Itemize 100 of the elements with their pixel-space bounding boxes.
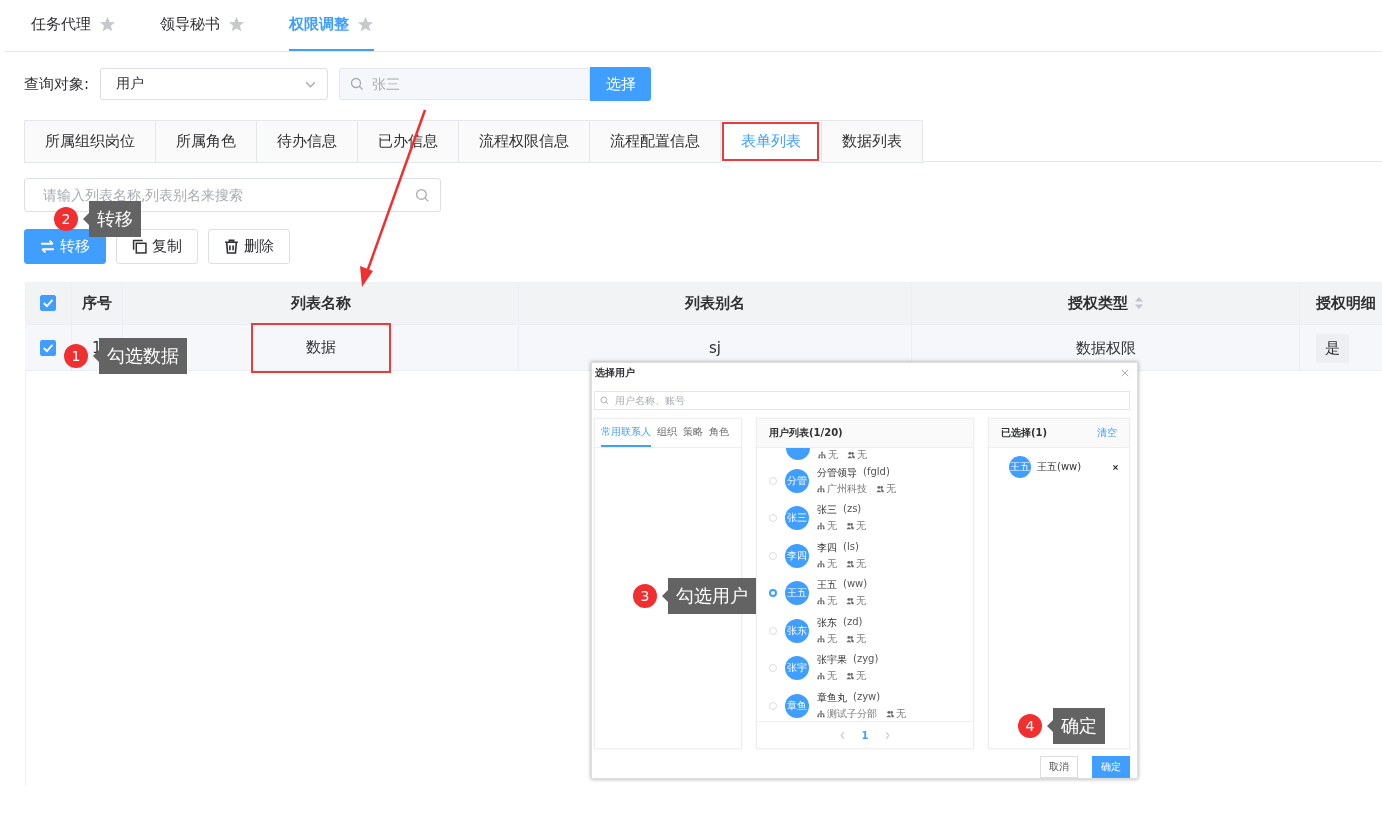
table-cell: 是 [1316,333,1349,363]
step-callout: 转移 [83,201,141,237]
target-select[interactable]: 用户 [100,68,328,100]
org-name: 无 [828,448,838,462]
user-name: 李四 [817,540,837,555]
role-name: 无 [857,448,867,462]
org-icon [818,451,826,459]
search-icon [600,396,609,406]
user-name: 张三 [817,503,837,518]
people-icon [876,484,884,493]
copy-button[interactable]: 复制 [116,229,198,264]
user-name: 分管领导 [817,465,857,480]
query-label: 查询对象: [24,74,91,94]
role-name: 无 [856,519,866,534]
people-icon [846,634,854,643]
table-cell: 数据权限 [1075,338,1136,358]
user-search-field[interactable]: 张三 [339,68,590,100]
page-tab[interactable]: 领导秘书 [160,0,245,51]
star-icon[interactable] [228,16,245,33]
star-icon[interactable] [99,16,116,33]
section-tab[interactable]: 所属组织岗位 [24,120,155,163]
avatar: 张三 [785,506,809,531]
section-tab[interactable]: 所属角色 [155,120,256,163]
dialog-title: 选择用户 [595,366,635,381]
search-icon [415,187,430,203]
role-name: 无 [896,706,906,721]
org-icon [817,484,825,493]
cancel-button[interactable]: 取消 [1040,756,1078,778]
user-name: 章鱼丸 [817,690,847,705]
dialog-search-input[interactable]: 用户名称、账号 [613,394,1129,408]
role-name: 无 [856,631,866,646]
people-icon [846,597,854,606]
role-name: 无 [856,594,866,609]
section-tab[interactable]: 流程权限信息 [458,120,589,163]
avatar: 王五 [1009,456,1031,478]
user-account: (zyw) [853,690,881,704]
copy-icon [132,239,147,254]
avatar: 王五 [785,581,809,606]
user-account: (ls) [843,540,859,554]
select-all-checkbox[interactable] [40,295,56,311]
remove-icon[interactable] [1112,463,1119,471]
user-radio[interactable] [769,589,777,598]
org-icon [817,672,825,681]
people-icon [886,709,894,718]
delete-button[interactable]: 删除 [208,229,290,264]
chosen-user-name: 王五(ww) [1037,460,1083,474]
step-callout: 确定 [1047,708,1105,744]
user-account: (zs) [843,503,862,517]
user-search-input[interactable]: 张三 [370,75,589,93]
org-name: 无 [827,669,837,684]
column-header: 列表别名 [685,293,745,313]
source-tab[interactable]: 策略 [683,419,703,447]
section-tab[interactable]: 待办信息 [256,120,357,163]
user-account: (fgld) [863,465,890,479]
source-tab[interactable]: 组织 [657,419,677,447]
user-name: 王五 [817,578,837,593]
source-tab[interactable]: 角色 [709,419,729,447]
avatar: 分管 [785,468,809,493]
org-icon [817,597,825,606]
avatar: 张宇 [785,656,809,681]
column-header: 授权类型 [1067,293,1128,313]
section-tab[interactable]: 数据列表 [821,120,923,163]
user-account: (ww) [843,578,868,592]
org-icon [817,709,825,718]
page-tab[interactable]: 任务代理 [31,0,116,51]
step-number: 2 [54,207,78,231]
org-icon [817,522,825,531]
section-tab[interactable]: 流程配置信息 [589,120,720,163]
column-header: 授权明细 [1316,293,1376,313]
search-icon [350,77,364,91]
next-page-icon[interactable] [884,730,892,740]
column-header: 列表名称 [290,293,351,313]
org-name: 无 [827,519,837,534]
org-name: 广州科技 [827,481,867,496]
avatar: 章鱼 [785,693,809,718]
swap-icon [40,239,55,254]
avatar: 张东 [785,618,809,643]
column-header: 序号 [82,293,112,313]
panel-title: 已选择(1) [1001,426,1048,440]
table-cell: 数据 [252,325,389,371]
user-name: 张东 [817,615,837,630]
org-icon [817,634,825,643]
org-name: 无 [827,631,837,646]
close-icon[interactable] [1121,369,1129,378]
row-checkbox[interactable] [40,340,56,356]
people-icon [846,672,854,681]
dialog-search-field[interactable]: 用户名称、账号 [594,391,1130,410]
list-search-input[interactable]: 请输入列表名称,列表别名来搜索 [41,186,415,204]
role-name: 无 [856,556,866,571]
user-account: (zd) [843,615,863,629]
people-icon [847,451,855,459]
role-name: 无 [886,481,896,496]
sort-icon[interactable] [1133,296,1144,310]
previous-page-icon[interactable] [838,730,846,740]
star-icon[interactable] [357,16,374,33]
avatar: 李四 [785,543,809,568]
org-icon [817,559,825,568]
table-cell: sj [709,339,721,357]
people-icon [846,559,854,568]
role-name: 无 [856,669,866,684]
